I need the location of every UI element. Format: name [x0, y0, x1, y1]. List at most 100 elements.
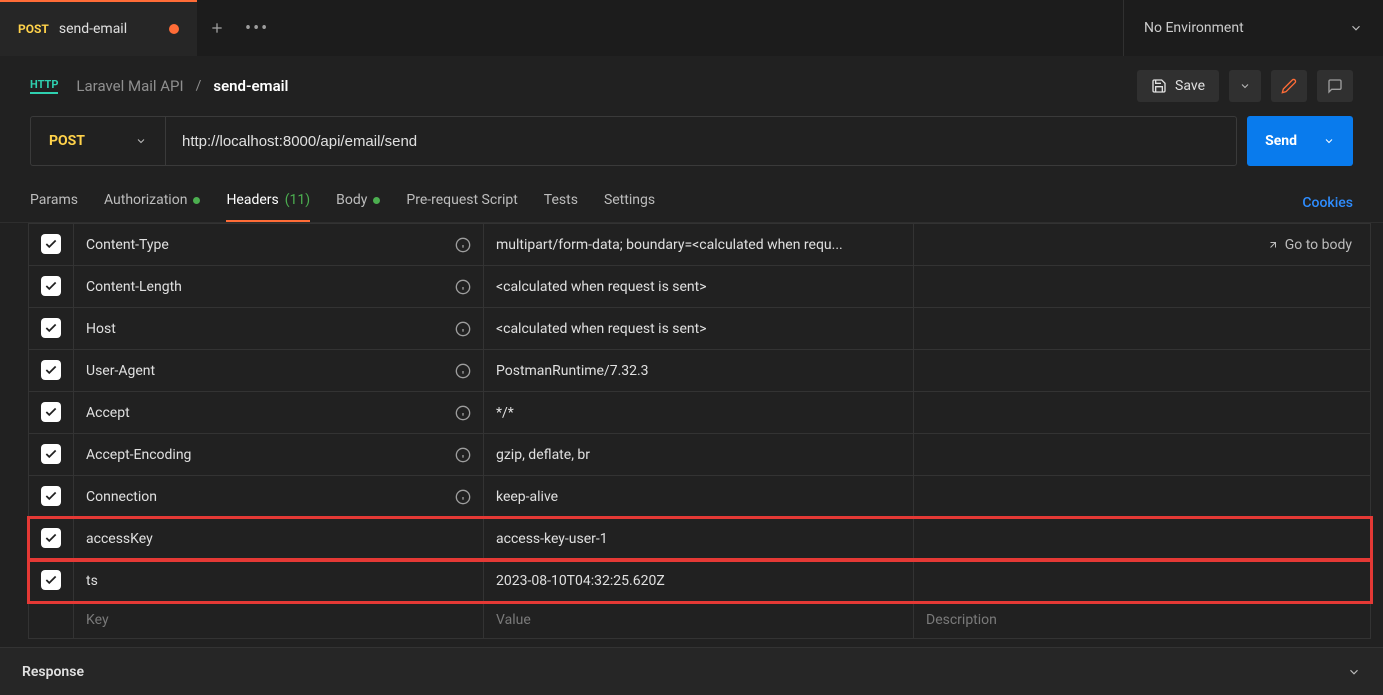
- tab-prerequest[interactable]: Pre-request Script: [406, 184, 517, 222]
- header-description-cell[interactable]: [914, 560, 1371, 602]
- save-dropdown[interactable]: [1229, 70, 1261, 102]
- save-button[interactable]: Save: [1137, 70, 1219, 102]
- edit-button[interactable]: [1271, 70, 1307, 102]
- comment-button[interactable]: [1317, 70, 1353, 102]
- header-description-cell[interactable]: [914, 434, 1371, 476]
- chevron-down-icon: [1347, 665, 1361, 679]
- response-panel-header[interactable]: Response: [0, 647, 1383, 695]
- row-checkbox[interactable]: [41, 570, 61, 590]
- header-key: accessKey: [86, 531, 153, 547]
- value-input[interactable]: Value: [484, 602, 914, 639]
- url-input[interactable]: [166, 133, 1236, 150]
- header-value-cell[interactable]: gzip, deflate, br: [484, 434, 914, 476]
- header-key-cell[interactable]: Content-Length: [74, 266, 484, 308]
- save-label: Save: [1175, 78, 1205, 94]
- header-value-cell[interactable]: <calculated when request is sent>: [484, 266, 914, 308]
- table-row: ts2023-08-10T04:32:25.620Z: [29, 560, 1371, 602]
- save-icon: [1151, 78, 1167, 94]
- header-key: User-Agent: [86, 363, 155, 379]
- tab-body[interactable]: Body: [336, 184, 380, 222]
- header-key: Content-Length: [86, 279, 182, 295]
- go-to-body-link[interactable]: Go to body: [1267, 237, 1352, 253]
- table-row: User-Agent PostmanRuntime/7.32.3: [29, 350, 1371, 392]
- url-bar-row: POST Send: [0, 116, 1383, 176]
- pencil-icon: [1281, 78, 1297, 94]
- header-key-cell[interactable]: Connection: [74, 476, 484, 518]
- headers-table: Content-Type multipart/form-data; boundar…: [28, 223, 1371, 639]
- header-value-cell[interactable]: 2023-08-10T04:32:25.620Z: [484, 560, 914, 602]
- cookies-link[interactable]: Cookies: [1302, 195, 1353, 211]
- header-description-cell[interactable]: [914, 476, 1371, 518]
- header-description-cell[interactable]: [914, 308, 1371, 350]
- table-row: Connection keep-alive: [29, 476, 1371, 518]
- header-key-cell[interactable]: Accept: [74, 392, 484, 434]
- header-description-cell[interactable]: [914, 392, 1371, 434]
- header-key-cell[interactable]: Accept-Encoding: [74, 434, 484, 476]
- environment-select[interactable]: No Environment: [1123, 0, 1383, 56]
- header-key: Connection: [86, 489, 157, 505]
- key-input[interactable]: Key: [74, 602, 484, 639]
- tab-params[interactable]: Params: [30, 184, 78, 222]
- method-select[interactable]: POST: [31, 117, 166, 165]
- tab-headers[interactable]: Headers (11): [226, 184, 310, 222]
- header-value-cell[interactable]: keep-alive: [484, 476, 914, 518]
- tab-authorization[interactable]: Authorization: [104, 184, 200, 222]
- tab-settings[interactable]: Settings: [604, 184, 655, 222]
- header-key: Host: [86, 321, 116, 337]
- chevron-down-icon: [135, 135, 147, 147]
- row-checkbox[interactable]: [41, 318, 61, 338]
- tab-bar: POST send-email ••• No Environment: [0, 0, 1383, 56]
- header-key-cell[interactable]: Host: [74, 308, 484, 350]
- breadcrumb-collection[interactable]: Laravel Mail API: [76, 77, 183, 95]
- row-checkbox[interactable]: [41, 360, 61, 380]
- green-dot-icon: [373, 197, 380, 204]
- unsaved-indicator: [169, 24, 179, 34]
- header-value-cell[interactable]: multipart/form-data; boundary=<calculate…: [484, 224, 914, 266]
- header-value-cell[interactable]: access-key-user-1: [484, 518, 914, 560]
- table-row: Accept*/*: [29, 392, 1371, 434]
- header-key-cell[interactable]: Content-Type: [74, 224, 484, 266]
- row-checkbox[interactable]: [41, 234, 61, 254]
- header-key: Accept-Encoding: [86, 447, 191, 463]
- row-checkbox[interactable]: [41, 276, 61, 296]
- environment-label: No Environment: [1144, 20, 1244, 36]
- tab-options-button[interactable]: •••: [237, 0, 277, 56]
- url-bar: POST: [30, 116, 1237, 166]
- row-checkbox[interactable]: [41, 444, 61, 464]
- header-key-cell[interactable]: accessKey: [74, 518, 484, 560]
- header-key: Content-Type: [86, 237, 169, 253]
- header-description-cell[interactable]: [914, 518, 1371, 560]
- header-row: HTTP Laravel Mail API / send-email Save: [0, 56, 1383, 116]
- header-description-cell[interactable]: Go to body: [914, 224, 1371, 266]
- request-tab[interactable]: POST send-email: [0, 0, 197, 56]
- table-row: Content-Type multipart/form-data; boundar…: [29, 224, 1371, 266]
- header-value-cell[interactable]: PostmanRuntime/7.32.3: [484, 350, 914, 392]
- send-button[interactable]: Send: [1247, 116, 1353, 166]
- header-value-cell[interactable]: <calculated when request is sent>: [484, 308, 914, 350]
- new-tab-button[interactable]: [197, 0, 237, 56]
- table-row: Accept-Encoding gzip, deflate, br: [29, 434, 1371, 476]
- row-checkbox[interactable]: [41, 528, 61, 548]
- header-key-cell[interactable]: User-Agent: [74, 350, 484, 392]
- header-key-cell[interactable]: ts: [74, 560, 484, 602]
- chevron-down-icon: [1239, 80, 1251, 92]
- header-description-cell[interactable]: [914, 266, 1371, 308]
- table-row: Host <calculated when request is sent>: [29, 308, 1371, 350]
- header-actions: Save: [1137, 70, 1353, 102]
- header-value-cell[interactable]: */*: [484, 392, 914, 434]
- row-checkbox[interactable]: [41, 402, 61, 422]
- tab-method: POST: [18, 22, 49, 36]
- row-checkbox[interactable]: [41, 486, 61, 506]
- method-select-label: POST: [49, 133, 85, 149]
- tab-title: send-email: [59, 21, 127, 37]
- more-icon: •••: [245, 18, 269, 39]
- tab-tests[interactable]: Tests: [544, 184, 578, 222]
- description-input[interactable]: Description: [914, 602, 1371, 639]
- table-row-new: KeyValueDescription: [29, 602, 1371, 639]
- table-row: accessKey access-key-user-1: [29, 518, 1371, 560]
- table-row: Content-Length <calculated when request i…: [29, 266, 1371, 308]
- header-description-cell[interactable]: [914, 350, 1371, 392]
- breadcrumb-separator: /: [196, 78, 202, 94]
- http-icon: HTTP: [30, 78, 58, 94]
- headers-table-wrap: Content-Type multipart/form-data; boundar…: [0, 223, 1383, 639]
